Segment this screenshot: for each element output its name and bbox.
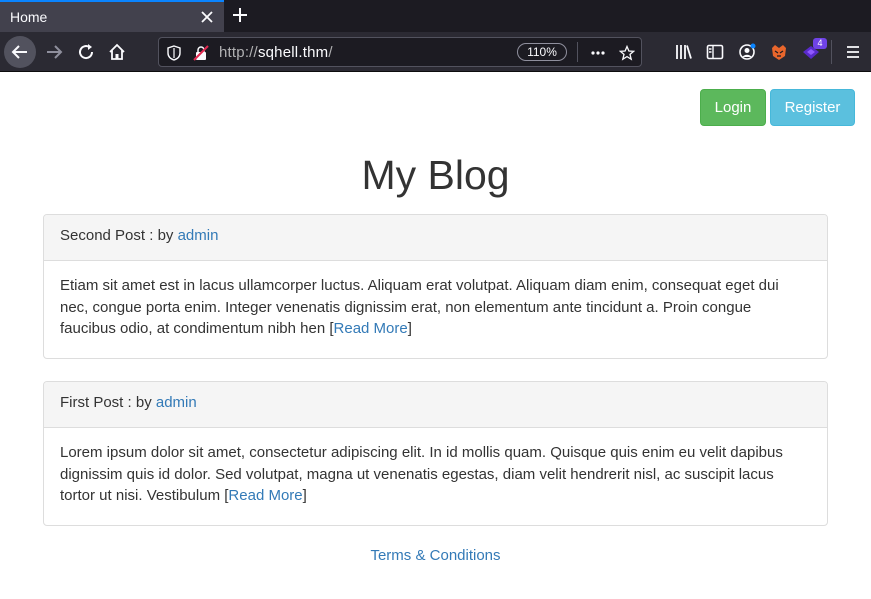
post-heading: Second Post : by admin — [44, 215, 827, 261]
shield-icon[interactable] — [166, 45, 182, 61]
page-title: My Blog — [361, 152, 510, 198]
extension-fox-icon[interactable] — [769, 42, 789, 62]
back-arrow-icon — [11, 45, 27, 59]
home-button[interactable] — [101, 36, 133, 68]
browser-tab-bar: Home — [0, 0, 871, 32]
url-path: / — [328, 44, 333, 61]
post-title: Second Post — [60, 227, 146, 244]
post-by-label: : by — [145, 227, 178, 244]
zoom-level-button[interactable]: 110% — [517, 43, 567, 61]
browser-nav-bar: http://sqhell.thm/ 110% 4 — [0, 32, 871, 72]
footer: Terms & Conditions — [0, 547, 871, 564]
tab-home[interactable]: Home — [0, 0, 224, 32]
hamburger-menu-icon[interactable] — [843, 42, 863, 62]
extension-badge-count: 4 — [813, 38, 827, 49]
post-author-link[interactable]: admin — [156, 394, 197, 411]
forward-button[interactable] — [38, 36, 70, 68]
home-icon — [109, 43, 125, 60]
sidebar-icon[interactable] — [705, 42, 725, 62]
library-icon[interactable] — [674, 42, 694, 62]
url-bar-divider — [577, 42, 578, 62]
read-more-link[interactable]: Read More — [334, 320, 408, 337]
post-title: First Post — [60, 394, 124, 411]
plus-icon[interactable] — [231, 6, 249, 24]
register-button[interactable]: Register — [770, 89, 855, 126]
post-body: Lorem ipsum dolor sit amet, consectetur … — [60, 444, 783, 504]
back-button[interactable] — [4, 36, 36, 68]
account-icon[interactable] — [737, 42, 757, 62]
post-excerpt: Etiam sit amet est in lacus ullamcorper … — [60, 277, 779, 337]
post-panel: First Post : by admin Lorem ipsum dolor … — [43, 381, 828, 526]
post-by-label: : by — [123, 394, 156, 411]
url-scheme: http:// — [219, 44, 258, 61]
post-author-link[interactable]: admin — [178, 227, 219, 244]
more-dots-icon[interactable] — [590, 45, 606, 61]
read-more-link[interactable]: Read More — [228, 487, 302, 504]
url-text[interactable]: http://sqhell.thm/ — [219, 44, 333, 61]
forward-arrow-icon — [47, 45, 63, 59]
star-icon[interactable] — [619, 45, 635, 61]
terms-link[interactable]: Terms & Conditions — [370, 547, 500, 564]
post-panel: Second Post : by admin Etiam sit amet es… — [43, 214, 828, 359]
post-body: Etiam sit amet est in lacus ullamcorper … — [60, 277, 779, 337]
reload-icon — [79, 44, 94, 60]
url-host: sqhell.thm — [257, 44, 329, 61]
close-icon[interactable] — [198, 8, 216, 26]
login-button[interactable]: Login — [700, 89, 766, 126]
toolbar-divider — [831, 40, 832, 64]
url-bar[interactable]: http://sqhell.thm/ 110% — [158, 37, 642, 67]
tab-title: Home — [10, 9, 48, 25]
post-excerpt: Lorem ipsum dolor sit amet, consectetur … — [60, 444, 783, 504]
reload-button[interactable] — [70, 36, 102, 68]
insecure-lock-icon[interactable] — [193, 45, 209, 61]
post-heading: First Post : by admin — [44, 382, 827, 428]
